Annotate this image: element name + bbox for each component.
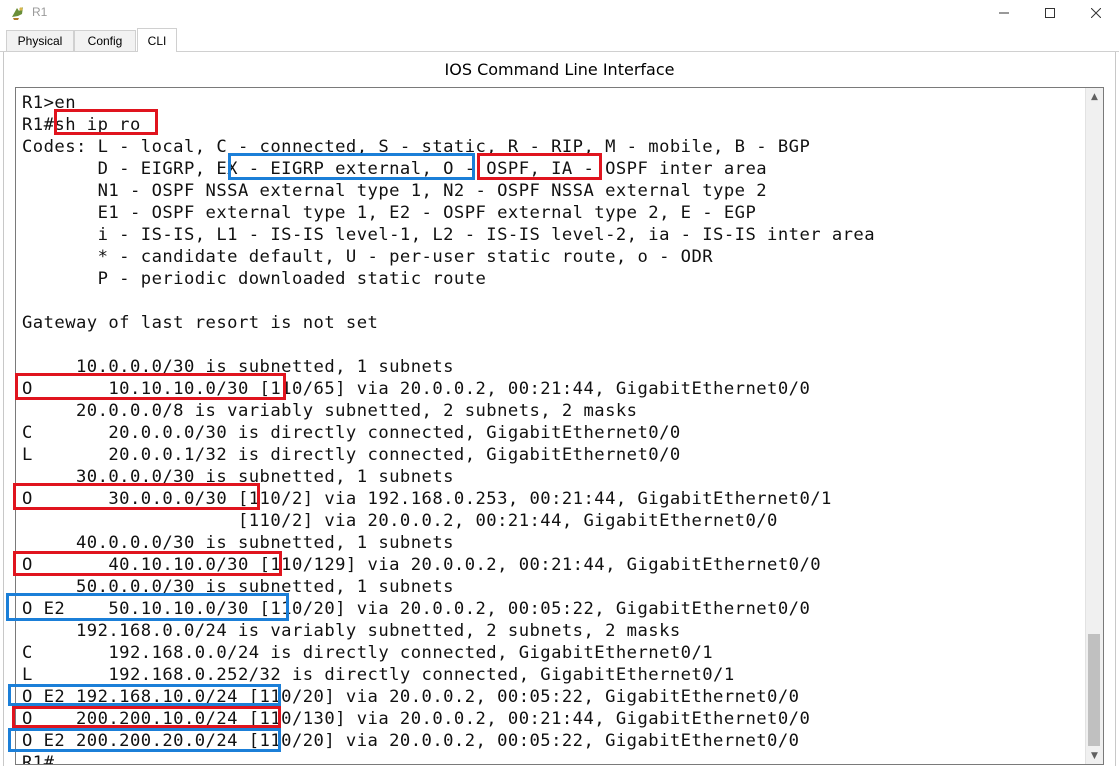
minimize-icon [999,12,1009,14]
close-icon [1091,8,1101,18]
highlight-route-30 [13,483,260,510]
terminal-line: P - periodic downloaded static route [22,269,487,289]
maximize-button[interactable] [1027,0,1073,26]
terminal-line: i - IS-IS, L1 - IS-IS level-1, L2 - IS-I… [22,225,876,245]
panel-frame-right [1115,52,1116,766]
highlight-command-box [54,109,158,135]
terminal-line: C 20.0.0.0/30 is directly connected, Gig… [22,423,681,443]
terminal-line: E1 - OSPF external type 1, E2 - OSPF ext… [22,203,757,223]
panel-frame-left [3,52,4,766]
highlight-eigrp-external-code [228,153,475,180]
window-titlebar: R1 [0,0,1119,26]
highlight-route-192-168-10 [8,684,281,706]
highlight-route-40 [13,551,282,576]
terminal-line: L 192.168.0.252/32 is directly connected… [22,665,735,685]
terminal-line: [110/2] via 20.0.0.2, 00:21:44, GigabitE… [22,511,778,531]
terminal-line: 192.168.0.0/24 is variably subnetted, 2 … [22,621,681,641]
terminal-line: 20.0.0.0/8 is variably subnetted, 2 subn… [22,401,638,421]
highlight-route-50 [6,593,289,621]
highlight-route-10 [15,373,286,400]
scrollbar-thumb[interactable] [1088,634,1100,746]
panel-title: IOS Command Line Interface [444,60,675,79]
scroll-up-arrow-icon[interactable]: ▲ [1086,88,1103,105]
terminal-line: Gateway of last resort is not set [22,313,379,333]
terminal-line: L 20.0.0.1/32 is directly connected, Gig… [22,445,681,465]
device-tab-bar: Physical Config CLI [0,28,1119,52]
terminal-scrollbar[interactable]: ▲ ▼ [1085,88,1103,764]
terminal-line: * - candidate default, U - per-user stat… [22,247,714,267]
terminal-line: C 192.168.0.0/24 is directly connected, … [22,643,714,663]
scroll-down-arrow-icon[interactable]: ▼ [1086,747,1103,764]
terminal-line: N1 - OSPF NSSA external type 1, N2 - OSP… [22,181,768,201]
tab-physical[interactable]: Physical [6,30,74,51]
minimize-button[interactable] [981,0,1027,26]
highlight-ospf-code [477,153,602,180]
tab-cli[interactable]: CLI [137,28,177,52]
terminal-line: 40.0.0.0/30 is subnetted, 1 subnets [22,533,454,553]
terminal-line: R1# [22,753,55,765]
highlight-route-200-200-10 [12,706,281,728]
window-title: R1 [32,5,48,19]
close-button[interactable] [1073,0,1119,26]
highlight-route-200-200-20 [8,728,281,752]
router-app-icon [12,7,23,20]
cli-terminal[interactable]: R1>en R1#sh ip ro Codes: L - local, C - … [15,87,1104,765]
maximize-icon [1045,8,1055,18]
terminal-output[interactable]: R1>en R1#sh ip ro Codes: L - local, C - … [22,92,876,765]
tab-config[interactable]: Config [74,30,136,51]
